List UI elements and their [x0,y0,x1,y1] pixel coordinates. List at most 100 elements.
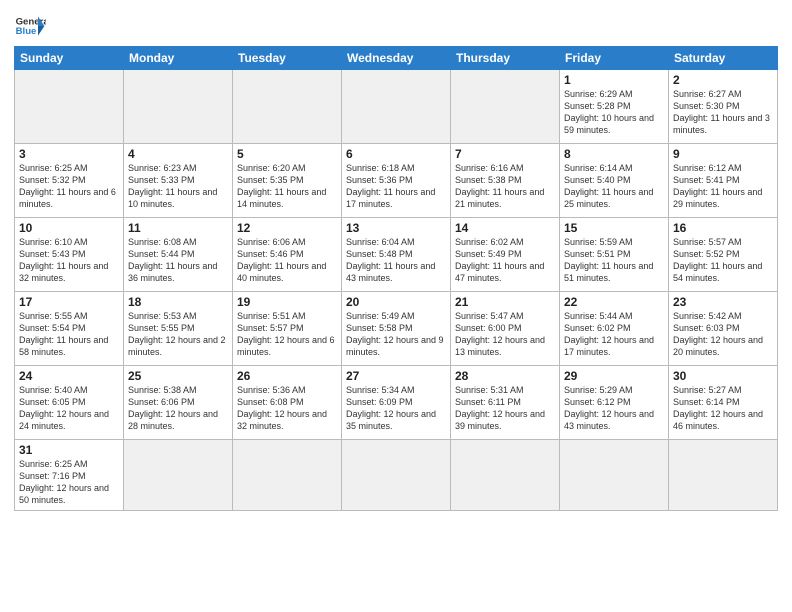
calendar-cell: 1Sunrise: 6:29 AM Sunset: 5:28 PM Daylig… [560,70,669,144]
calendar-cell: 15Sunrise: 5:59 AM Sunset: 5:51 PM Dayli… [560,218,669,292]
day-number: 29 [564,369,664,383]
day-info: Sunrise: 6:14 AM Sunset: 5:40 PM Dayligh… [564,162,664,211]
calendar-cell: 13Sunrise: 6:04 AM Sunset: 5:48 PM Dayli… [342,218,451,292]
day-number: 5 [237,147,337,161]
calendar-cell: 5Sunrise: 6:20 AM Sunset: 5:35 PM Daylig… [233,144,342,218]
day-info: Sunrise: 5:59 AM Sunset: 5:51 PM Dayligh… [564,236,664,285]
day-info: Sunrise: 5:38 AM Sunset: 6:06 PM Dayligh… [128,384,228,433]
day-info: Sunrise: 5:34 AM Sunset: 6:09 PM Dayligh… [346,384,446,433]
day-info: Sunrise: 6:18 AM Sunset: 5:36 PM Dayligh… [346,162,446,211]
calendar-cell: 9Sunrise: 6:12 AM Sunset: 5:41 PM Daylig… [669,144,778,218]
day-number: 17 [19,295,119,309]
day-info: Sunrise: 5:36 AM Sunset: 6:08 PM Dayligh… [237,384,337,433]
calendar-cell: 28Sunrise: 5:31 AM Sunset: 6:11 PM Dayli… [451,366,560,440]
calendar-body: 1Sunrise: 6:29 AM Sunset: 5:28 PM Daylig… [15,70,778,511]
day-info: Sunrise: 5:51 AM Sunset: 5:57 PM Dayligh… [237,310,337,359]
svg-text:Blue: Blue [16,26,37,37]
day-number: 2 [673,73,773,87]
week-row-0: 1Sunrise: 6:29 AM Sunset: 5:28 PM Daylig… [15,70,778,144]
calendar-cell: 16Sunrise: 5:57 AM Sunset: 5:52 PM Dayli… [669,218,778,292]
day-number: 13 [346,221,446,235]
calendar-cell: 3Sunrise: 6:25 AM Sunset: 5:32 PM Daylig… [15,144,124,218]
logo: General Blue [14,10,46,42]
day-number: 23 [673,295,773,309]
calendar-cell [451,440,560,511]
calendar-cell: 2Sunrise: 6:27 AM Sunset: 5:30 PM Daylig… [669,70,778,144]
calendar-cell: 21Sunrise: 5:47 AM Sunset: 6:00 PM Dayli… [451,292,560,366]
day-number: 9 [673,147,773,161]
day-number: 31 [19,443,119,457]
calendar-cell [560,440,669,511]
calendar-cell [669,440,778,511]
calendar-cell [342,440,451,511]
day-info: Sunrise: 5:42 AM Sunset: 6:03 PM Dayligh… [673,310,773,359]
calendar-cell: 23Sunrise: 5:42 AM Sunset: 6:03 PM Dayli… [669,292,778,366]
day-number: 19 [237,295,337,309]
page: General Blue SundayMondayTuesdayWednesda… [0,0,792,521]
day-info: Sunrise: 6:06 AM Sunset: 5:46 PM Dayligh… [237,236,337,285]
day-info: Sunrise: 5:49 AM Sunset: 5:58 PM Dayligh… [346,310,446,359]
calendar-cell: 18Sunrise: 5:53 AM Sunset: 5:55 PM Dayli… [124,292,233,366]
calendar-cell: 22Sunrise: 5:44 AM Sunset: 6:02 PM Dayli… [560,292,669,366]
day-number: 10 [19,221,119,235]
week-row-2: 10Sunrise: 6:10 AM Sunset: 5:43 PM Dayli… [15,218,778,292]
calendar-cell: 19Sunrise: 5:51 AM Sunset: 5:57 PM Dayli… [233,292,342,366]
calendar-table: SundayMondayTuesdayWednesdayThursdayFrid… [14,46,778,511]
day-number: 26 [237,369,337,383]
calendar-cell [451,70,560,144]
day-number: 8 [564,147,664,161]
calendar-cell: 7Sunrise: 6:16 AM Sunset: 5:38 PM Daylig… [451,144,560,218]
week-row-4: 24Sunrise: 5:40 AM Sunset: 6:05 PM Dayli… [15,366,778,440]
day-info: Sunrise: 5:47 AM Sunset: 6:00 PM Dayligh… [455,310,555,359]
calendar-cell: 4Sunrise: 6:23 AM Sunset: 5:33 PM Daylig… [124,144,233,218]
day-info: Sunrise: 6:23 AM Sunset: 5:33 PM Dayligh… [128,162,228,211]
calendar-cell: 20Sunrise: 5:49 AM Sunset: 5:58 PM Dayli… [342,292,451,366]
day-info: Sunrise: 6:10 AM Sunset: 5:43 PM Dayligh… [19,236,119,285]
calendar-cell: 30Sunrise: 5:27 AM Sunset: 6:14 PM Dayli… [669,366,778,440]
day-number: 25 [128,369,228,383]
day-info: Sunrise: 5:57 AM Sunset: 5:52 PM Dayligh… [673,236,773,285]
day-info: Sunrise: 6:20 AM Sunset: 5:35 PM Dayligh… [237,162,337,211]
calendar-cell [233,70,342,144]
day-info: Sunrise: 6:25 AM Sunset: 5:32 PM Dayligh… [19,162,119,211]
day-number: 3 [19,147,119,161]
calendar-cell: 31Sunrise: 6:25 AM Sunset: 7:16 PM Dayli… [15,440,124,511]
calendar-cell: 10Sunrise: 6:10 AM Sunset: 5:43 PM Dayli… [15,218,124,292]
calendar-header: SundayMondayTuesdayWednesdayThursdayFrid… [15,47,778,70]
day-number: 14 [455,221,555,235]
week-row-3: 17Sunrise: 5:55 AM Sunset: 5:54 PM Dayli… [15,292,778,366]
weekday-header-friday: Friday [560,47,669,70]
day-info: Sunrise: 5:40 AM Sunset: 6:05 PM Dayligh… [19,384,119,433]
calendar-cell: 27Sunrise: 5:34 AM Sunset: 6:09 PM Dayli… [342,366,451,440]
calendar-cell: 11Sunrise: 6:08 AM Sunset: 5:44 PM Dayli… [124,218,233,292]
day-number: 4 [128,147,228,161]
day-info: Sunrise: 6:04 AM Sunset: 5:48 PM Dayligh… [346,236,446,285]
calendar-cell [124,440,233,511]
day-info: Sunrise: 5:31 AM Sunset: 6:11 PM Dayligh… [455,384,555,433]
day-info: Sunrise: 6:02 AM Sunset: 5:49 PM Dayligh… [455,236,555,285]
day-info: Sunrise: 6:16 AM Sunset: 5:38 PM Dayligh… [455,162,555,211]
day-number: 28 [455,369,555,383]
day-number: 20 [346,295,446,309]
day-info: Sunrise: 6:08 AM Sunset: 5:44 PM Dayligh… [128,236,228,285]
day-number: 15 [564,221,664,235]
calendar-cell: 17Sunrise: 5:55 AM Sunset: 5:54 PM Dayli… [15,292,124,366]
day-info: Sunrise: 6:12 AM Sunset: 5:41 PM Dayligh… [673,162,773,211]
day-info: Sunrise: 5:55 AM Sunset: 5:54 PM Dayligh… [19,310,119,359]
day-number: 27 [346,369,446,383]
week-row-5: 31Sunrise: 6:25 AM Sunset: 7:16 PM Dayli… [15,440,778,511]
calendar-cell: 26Sunrise: 5:36 AM Sunset: 6:08 PM Dayli… [233,366,342,440]
calendar-cell: 6Sunrise: 6:18 AM Sunset: 5:36 PM Daylig… [342,144,451,218]
calendar-cell: 12Sunrise: 6:06 AM Sunset: 5:46 PM Dayli… [233,218,342,292]
day-info: Sunrise: 5:53 AM Sunset: 5:55 PM Dayligh… [128,310,228,359]
weekday-header-saturday: Saturday [669,47,778,70]
weekday-header-monday: Monday [124,47,233,70]
day-number: 22 [564,295,664,309]
logo-icon: General Blue [14,10,46,42]
calendar-cell [233,440,342,511]
day-number: 11 [128,221,228,235]
calendar-cell: 8Sunrise: 6:14 AM Sunset: 5:40 PM Daylig… [560,144,669,218]
day-info: Sunrise: 6:25 AM Sunset: 7:16 PM Dayligh… [19,458,119,507]
day-number: 24 [19,369,119,383]
day-info: Sunrise: 5:44 AM Sunset: 6:02 PM Dayligh… [564,310,664,359]
